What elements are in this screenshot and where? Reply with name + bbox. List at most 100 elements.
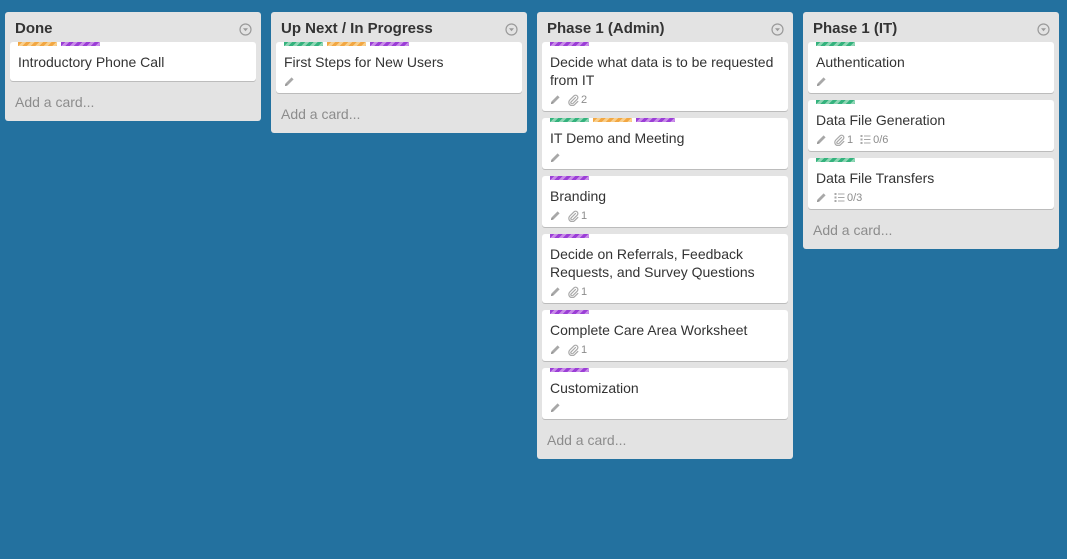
paperclip-icon (834, 134, 845, 146)
card[interactable]: Introductory Phone Call (10, 42, 256, 81)
list-menu-icon[interactable] (239, 23, 252, 36)
pencil-icon (816, 134, 827, 145)
add-card-link[interactable]: Add a card... (10, 88, 256, 118)
list-menu-icon[interactable] (1037, 23, 1050, 36)
attachment-badge: 2 (568, 94, 587, 106)
list-header: Up Next / In Progress (276, 16, 522, 42)
paperclip-icon (568, 286, 579, 298)
board: Done Introductory Phone Call Add a card...… (5, 12, 1059, 459)
card[interactable]: Data File Transfers 0/3 (808, 158, 1054, 209)
add-card-link[interactable]: Add a card... (808, 216, 1054, 246)
card-badges: 1 (550, 282, 780, 303)
card-label-purple (636, 118, 675, 122)
paperclip-icon (568, 210, 579, 222)
card[interactable]: Authentication (808, 42, 1054, 93)
card-label-green (816, 100, 855, 104)
card-title: Customization (550, 380, 639, 396)
card-title: IT Demo and Meeting (550, 130, 685, 146)
card-label-orange (18, 42, 57, 46)
card-label-orange (327, 42, 366, 46)
card-labels (550, 176, 780, 180)
list-0: Done Introductory Phone Call Add a card... (5, 12, 261, 121)
card[interactable]: Branding 1 (542, 176, 788, 227)
paperclip-icon (568, 94, 579, 106)
checklist-badge: 0/6 (860, 134, 888, 146)
card[interactable]: Customization (542, 368, 788, 419)
card[interactable]: Decide what data is to be requested from… (542, 42, 788, 111)
card-title: Data File Transfers (816, 170, 935, 186)
card-badges: 0/3 (816, 188, 1046, 209)
card-labels (550, 368, 780, 372)
card-label-green (816, 158, 855, 162)
attachment-badge: 1 (568, 344, 587, 356)
list-title[interactable]: Phase 1 (IT) (813, 20, 897, 37)
attachment-count: 1 (847, 133, 854, 146)
checklist-icon (834, 192, 845, 203)
attachment-badge: 1 (834, 134, 853, 146)
card[interactable]: Data File Generation 1 0/6 (808, 100, 1054, 151)
card-badges (550, 398, 780, 419)
card-label-green (284, 42, 323, 46)
card[interactable]: Decide on Referrals, Feedback Requests, … (542, 234, 788, 303)
attachment-count: 1 (581, 209, 588, 222)
paperclip-icon (568, 344, 579, 356)
card-badges: 1 0/6 (816, 130, 1046, 151)
card-label-orange (593, 118, 632, 122)
card-badges: 2 (550, 90, 780, 111)
card-label-purple (550, 234, 589, 238)
card[interactable]: Complete Care Area Worksheet 1 (542, 310, 788, 361)
card[interactable]: IT Demo and Meeting (542, 118, 788, 169)
card-labels (550, 42, 780, 46)
card-label-purple (550, 368, 589, 372)
add-card-link[interactable]: Add a card... (542, 426, 788, 456)
card-labels (816, 100, 1046, 104)
card-labels (550, 310, 780, 314)
list-menu-icon[interactable] (771, 23, 784, 36)
card-title: Decide on Referrals, Feedback Requests, … (550, 246, 755, 280)
pencil-icon (284, 76, 295, 87)
checklist-count: 0/3 (847, 191, 863, 204)
card-label-purple (550, 42, 589, 46)
list-title[interactable]: Up Next / In Progress (281, 20, 433, 37)
card-title: First Steps for New Users (284, 54, 444, 70)
card-label-green (816, 42, 855, 46)
card-labels (816, 42, 1046, 46)
attachment-count: 1 (581, 343, 588, 356)
checklist-count: 0/6 (873, 133, 889, 146)
checklist-icon (860, 134, 871, 145)
card-title: Branding (550, 188, 607, 204)
card-badges: 1 (550, 206, 780, 227)
list-title[interactable]: Phase 1 (Admin) (547, 20, 665, 37)
list-title[interactable]: Done (15, 20, 53, 37)
pencil-icon (550, 402, 561, 413)
card-title: Decide what data is to be requested from… (550, 54, 774, 88)
card-label-green (550, 118, 589, 122)
card-title: Data File Generation (816, 112, 946, 128)
list-menu-icon[interactable] (505, 23, 518, 36)
list-header: Done (10, 16, 256, 42)
list-1: Up Next / In Progress First Steps for New… (271, 12, 527, 133)
pencil-icon (816, 76, 827, 87)
card-label-purple (550, 310, 589, 314)
attachment-badge: 1 (568, 210, 587, 222)
card-labels (284, 42, 514, 46)
card-labels (18, 42, 248, 46)
pencil-icon (550, 286, 561, 297)
card-labels (550, 118, 780, 122)
trello-board-page: { "colors": { "board_background": "#2371… (0, 0, 1067, 559)
list-3: Phase 1 (IT) Authentication Data File Gene… (803, 12, 1059, 249)
card-labels (550, 234, 780, 238)
card[interactable]: First Steps for New Users (276, 42, 522, 93)
checklist-badge: 0/3 (834, 192, 862, 204)
card-badges: 1 (550, 340, 780, 361)
pencil-icon (550, 344, 561, 355)
add-card-link[interactable]: Add a card... (276, 100, 522, 130)
pencil-icon (550, 210, 561, 221)
card-label-purple (61, 42, 100, 46)
attachment-count: 1 (581, 285, 588, 298)
card-label-purple (370, 42, 409, 46)
card-title: Authentication (816, 54, 905, 70)
card-badges (816, 72, 1046, 93)
card-title: Complete Care Area Worksheet (550, 322, 748, 338)
list-2: Phase 1 (Admin) Decide what data is to be… (537, 12, 793, 459)
